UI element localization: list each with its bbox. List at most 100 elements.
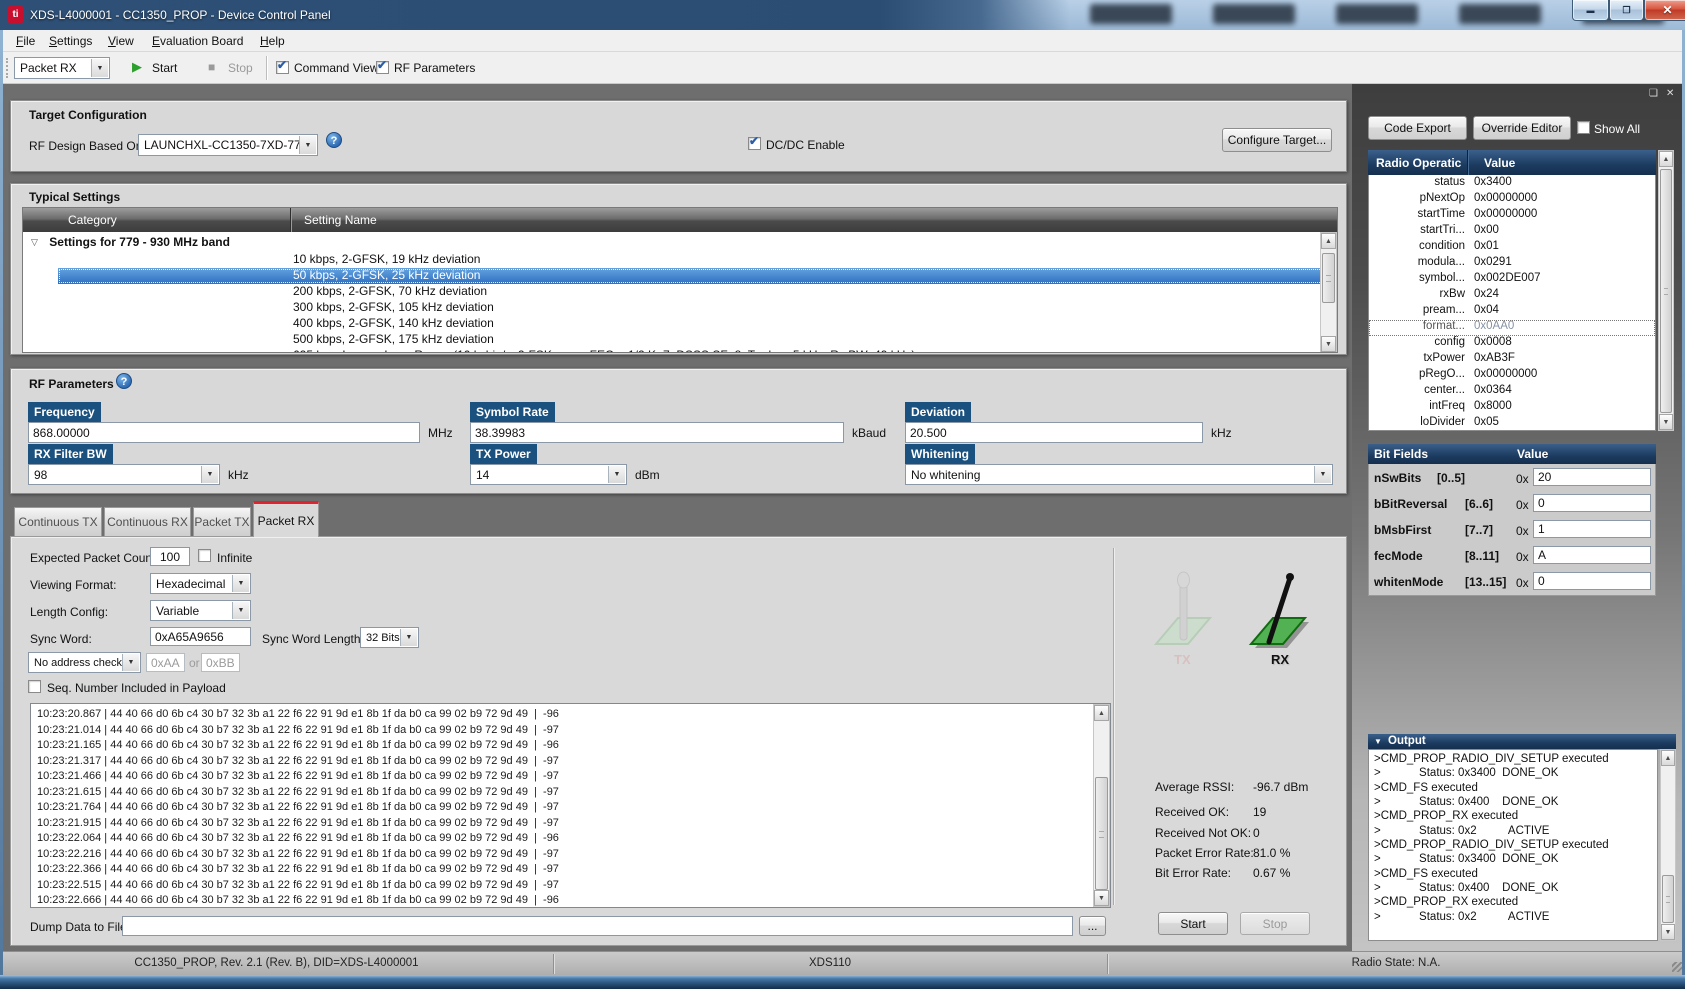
register-row[interactable]: center...0x0364 — [1369, 384, 1655, 400]
register-row[interactable]: config0x0008 — [1369, 336, 1655, 352]
tree-collapse-icon[interactable]: ▽ — [31, 237, 38, 247]
rx-filter-bw-select[interactable]: 98 ▼ — [28, 464, 220, 485]
dock-float-icon[interactable]: ❏ — [1649, 88, 1658, 99]
bit-field-input[interactable] — [1533, 546, 1651, 564]
menu-help[interactable]: Help — [260, 34, 285, 48]
start-button[interactable]: Start — [152, 61, 177, 75]
tx-power-select[interactable]: 14 ▼ — [470, 464, 627, 485]
settings-row[interactable]: 400 kbps, 2-GFSK, 140 kHz deviation — [293, 316, 494, 332]
register-table-header[interactable]: Radio Operatic Value — [1368, 150, 1656, 175]
address-a-input[interactable] — [146, 653, 185, 672]
scroll-down-icon[interactable]: ▼ — [1321, 336, 1336, 352]
browse-button[interactable]: ... — [1079, 916, 1106, 936]
register-row[interactable]: pream...0x04 — [1369, 304, 1655, 320]
tab-packet-rx[interactable]: Packet RX — [253, 501, 319, 537]
register-row[interactable]: status0x3400 — [1369, 176, 1655, 192]
minimize-button[interactable]: ▬ — [1572, 0, 1609, 21]
packet-log[interactable]: 10:23:20.867 | 44 40 66 d0 6b c4 30 b7 3… — [30, 703, 1111, 908]
column-value[interactable]: Value — [1484, 156, 1515, 170]
column-radio-operation[interactable]: Radio Operatic — [1376, 156, 1461, 170]
scrollbar[interactable]: ▲ ▼ — [1093, 704, 1110, 907]
settings-table-header[interactable]: Category Setting Name — [23, 208, 1337, 232]
start-rx-button[interactable]: Start — [1158, 912, 1228, 935]
override-editor-button[interactable]: Override Editor — [1473, 116, 1571, 140]
tab-packet-tx[interactable]: Packet TX — [193, 507, 251, 537]
frequency-input[interactable] — [28, 422, 420, 443]
scroll-up-icon[interactable]: ▲ — [1094, 705, 1109, 721]
scrollbar[interactable]: ▲ ▼ — [1658, 150, 1674, 431]
register-row[interactable]: condition0x01 — [1369, 240, 1655, 256]
scroll-up-icon[interactable]: ▲ — [1661, 750, 1675, 766]
column-divider[interactable] — [290, 208, 291, 232]
seq-number-checkbox[interactable] — [28, 680, 41, 693]
output-header[interactable]: ▼ Output — [1368, 734, 1676, 749]
scrollbar[interactable]: ▲ ▼ — [1660, 749, 1676, 941]
register-row[interactable]: modula...0x0291 — [1369, 256, 1655, 272]
tab-continuous-tx[interactable]: Continuous TX — [14, 507, 102, 537]
bit-field-input[interactable] — [1533, 520, 1651, 538]
menu-file[interactable]: File — [16, 34, 35, 48]
dcdc-enable-checkbox[interactable]: ✔ — [748, 137, 761, 150]
viewing-format-select[interactable]: Hexadecimal ▼ — [150, 573, 251, 594]
settings-group-row[interactable]: ▽ Settings for 779 - 930 MHz band — [31, 235, 1321, 252]
settings-row[interactable]: 625 bps, Legacy Long Range (10 kchip/s, … — [293, 348, 915, 353]
show-all-checkbox[interactable] — [1577, 121, 1590, 134]
rf-parameters-checkbox[interactable]: ✔ — [376, 61, 389, 74]
mode-select[interactable]: Packet RX ▼ — [14, 57, 110, 79]
scrollbar-thumb[interactable] — [1662, 875, 1674, 923]
register-row-selected[interactable]: format...0x0AA0 — [1369, 320, 1655, 336]
whitening-select[interactable]: No whitening ▼ — [905, 464, 1333, 485]
close-button[interactable]: ✕ — [1644, 0, 1685, 21]
scroll-down-icon[interactable]: ▼ — [1659, 414, 1673, 430]
settings-row[interactable]: 500 kbps, 2-GFSK, 175 kHz deviation — [293, 332, 494, 348]
bit-field-input[interactable] — [1533, 572, 1651, 590]
register-row[interactable]: pNextOp0x00000000 — [1369, 192, 1655, 208]
configure-target-button[interactable]: Configure Target... — [1222, 128, 1332, 152]
dump-data-input[interactable] — [122, 916, 1073, 936]
stop-rx-button[interactable]: Stop — [1240, 912, 1310, 935]
register-row[interactable]: pRegO...0x00000000 — [1369, 368, 1655, 384]
menu-evaluation-board[interactable]: Evaluation Board — [152, 34, 243, 48]
deviation-input[interactable] — [905, 422, 1203, 443]
length-config-select[interactable]: Variable ▼ — [150, 600, 251, 621]
scrollbar-thumb[interactable] — [1322, 253, 1335, 303]
settings-row-selected[interactable]: 50 kbps, 2-GFSK, 25 kHz deviation — [58, 268, 1337, 284]
address-mode-select[interactable]: No address check ▼ — [28, 652, 141, 673]
register-row[interactable]: rxBw0x24 — [1369, 288, 1655, 304]
menu-settings[interactable]: Settings — [49, 34, 92, 48]
symbol-rate-input[interactable] — [470, 422, 844, 443]
settings-row[interactable]: 300 kbps, 2-GFSK, 105 kHz deviation — [293, 300, 494, 316]
menu-view[interactable]: View — [108, 34, 134, 48]
scrollbar[interactable]: ▲ ▼ — [1320, 232, 1337, 353]
settings-row[interactable]: 10 kbps, 2-GFSK, 19 kHz deviation — [293, 252, 480, 268]
scroll-up-icon[interactable]: ▲ — [1321, 233, 1336, 249]
tab-continuous-rx[interactable]: Continuous RX — [104, 507, 191, 537]
dock-close-icon[interactable]: ✕ — [1666, 88, 1674, 99]
command-view-checkbox[interactable]: ✔ — [276, 61, 289, 74]
title-bar[interactable]: ti XDS-L4000001 - CC1350_PROP - Device C… — [0, 0, 1685, 30]
resize-grip-icon[interactable] — [1672, 962, 1682, 972]
sync-word-length-select[interactable]: 32 Bits ▼ — [360, 627, 419, 648]
expected-packet-count-input[interactable] — [150, 547, 190, 566]
stop-button[interactable]: Stop — [228, 61, 253, 75]
collapse-icon[interactable]: ▼ — [1374, 737, 1382, 746]
scrollbar-thumb[interactable] — [1095, 777, 1108, 890]
scroll-down-icon[interactable]: ▼ — [1094, 890, 1109, 906]
register-row[interactable]: startTri...0x00 — [1369, 224, 1655, 240]
column-setting-name[interactable]: Setting Name — [304, 213, 377, 227]
maximize-button[interactable]: ❐ — [1609, 0, 1644, 21]
help-icon[interactable]: ? — [116, 373, 132, 389]
column-divider[interactable] — [1467, 150, 1468, 175]
code-export-button[interactable]: Code Export — [1368, 116, 1467, 140]
help-icon[interactable]: ? — [326, 132, 342, 148]
scrollbar-thumb[interactable] — [1660, 169, 1672, 413]
bit-field-input[interactable] — [1533, 468, 1651, 486]
rf-design-select[interactable]: LAUNCHXL-CC1350-7XD-7793 ▼ — [138, 134, 318, 156]
infinite-checkbox[interactable] — [198, 549, 211, 562]
toolbar-drag-handle-icon[interactable] — [6, 58, 11, 78]
sync-word-input[interactable] — [150, 627, 251, 646]
settings-row[interactable]: 200 kbps, 2-GFSK, 70 kHz deviation — [293, 284, 487, 300]
register-row[interactable]: loDivider0x05 — [1369, 416, 1655, 432]
column-category[interactable]: Category — [68, 213, 117, 227]
output-console[interactable]: >CMD_PROP_RADIO_DIV_SETUP executed > Sta… — [1368, 749, 1658, 941]
